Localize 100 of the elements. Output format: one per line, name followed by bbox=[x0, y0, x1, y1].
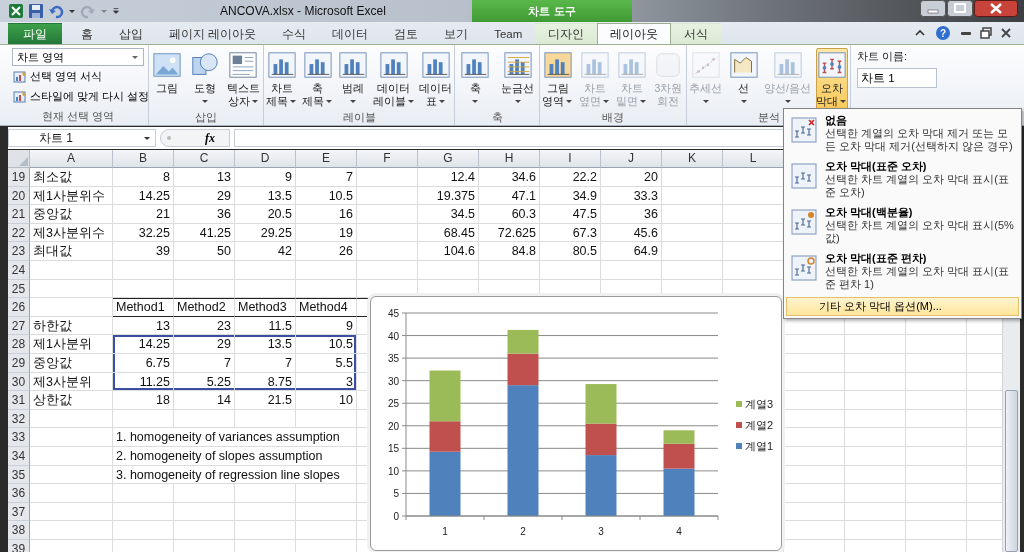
ribbon-tab[interactable]: 수식 bbox=[269, 23, 320, 44]
ribbon-tab[interactable]: 디자인 bbox=[535, 23, 598, 44]
bar[interactable] bbox=[507, 329, 539, 354]
bar[interactable] bbox=[585, 423, 617, 456]
ribbon-tab[interactable]: 데이터 bbox=[319, 23, 382, 44]
column-header[interactable]: L bbox=[723, 150, 784, 168]
row-header[interactable]: 38 bbox=[8, 521, 30, 540]
bar-chart-icon bbox=[616, 50, 647, 80]
row-header[interactable]: 33 bbox=[8, 428, 30, 447]
column-header[interactable]: D bbox=[235, 150, 296, 168]
minimize-icon[interactable] bbox=[920, 0, 946, 17]
ribbon-button[interactable]: 축 제목 bbox=[302, 48, 334, 110]
bar[interactable] bbox=[429, 370, 461, 422]
chart-name-field[interactable]: 차트 1 bbox=[857, 68, 937, 88]
row-header[interactable]: 23 bbox=[8, 242, 30, 261]
table-cell bbox=[845, 484, 906, 503]
ribbon-button[interactable]: 선 bbox=[727, 48, 760, 110]
table-cell bbox=[357, 168, 418, 187]
bar-chart-icon bbox=[378, 50, 409, 80]
bar[interactable] bbox=[663, 430, 695, 444]
ribbon-tab[interactable]: 파일 bbox=[8, 23, 62, 44]
error-bar-icon bbox=[816, 50, 847, 80]
bar[interactable] bbox=[507, 385, 539, 516]
customize-toolbar-icon[interactable] bbox=[112, 7, 120, 15]
row-header[interactable]: 31 bbox=[8, 391, 30, 410]
chart-area[interactable]: 0 5 10 15 20 25 30 35 40 45 1 2 3 4 계열3 계열2 계열1 bbox=[370, 296, 782, 551]
legend-label: 계열1 bbox=[745, 440, 774, 452]
ribbon-tab[interactable]: 보기 bbox=[431, 23, 482, 44]
column-header[interactable]: E bbox=[296, 150, 357, 168]
ribbon-button[interactable]: 눈금선 bbox=[499, 48, 536, 110]
column-header[interactable]: J bbox=[601, 150, 662, 168]
table-cell: 14 bbox=[174, 391, 235, 410]
table-cell bbox=[174, 279, 235, 299]
axis-label: 1 bbox=[442, 526, 448, 537]
menu-item[interactable]: 없음 선택한 계열의 오차 막대 제거 또는 모든 오차 막대 제거(선택하지 않은 경우) bbox=[786, 111, 1019, 157]
select-all-button[interactable] bbox=[8, 150, 30, 168]
row-header[interactable]: 21 bbox=[8, 205, 30, 224]
bar[interactable] bbox=[429, 451, 461, 516]
restore-icon[interactable] bbox=[980, 27, 992, 39]
ribbon-tab[interactable]: 검토 bbox=[381, 23, 432, 44]
handle-icon[interactable] bbox=[165, 134, 173, 142]
maximize-icon[interactable] bbox=[947, 0, 973, 17]
ribbon-button[interactable]: 스타일에 맞게 다시 설정 bbox=[12, 88, 149, 106]
bar[interactable] bbox=[585, 455, 617, 516]
table-cell bbox=[662, 205, 723, 224]
help-button[interactable]: ? bbox=[936, 26, 950, 40]
ribbon-button[interactable]: 도형 bbox=[188, 48, 221, 110]
bar[interactable] bbox=[585, 384, 617, 424]
table-cell bbox=[174, 521, 235, 540]
chart-element-dropdown[interactable]: 차트 영역 bbox=[12, 48, 144, 66]
ribbon-button[interactable]: 데이터 레이블 bbox=[373, 48, 415, 110]
ribbon-button[interactable]: 텍스트 상자 bbox=[225, 48, 261, 110]
column-header[interactable]: I bbox=[540, 150, 601, 168]
column-header[interactable]: B bbox=[113, 150, 174, 168]
menu-item[interactable]: 기타 오차 막대 옵션(M)... bbox=[786, 297, 1019, 316]
table-cell bbox=[906, 428, 967, 447]
ribbon-button[interactable]: 범례 bbox=[338, 48, 369, 110]
table-cell: 5.25 bbox=[174, 372, 235, 392]
table-cell: 36 bbox=[174, 205, 235, 224]
close-icon[interactable] bbox=[1000, 27, 1012, 39]
name-box[interactable]: 차트 1 bbox=[8, 129, 156, 147]
ribbon-button[interactable]: 선택 영역 서식 bbox=[12, 68, 102, 86]
column-header[interactable]: H bbox=[479, 150, 540, 168]
column-header[interactable]: K bbox=[662, 150, 723, 168]
close-icon[interactable] bbox=[974, 0, 1018, 17]
corner-triangle-icon bbox=[17, 155, 29, 167]
column-header[interactable]: G bbox=[418, 150, 479, 168]
save-icon[interactable] bbox=[28, 3, 44, 19]
column-header[interactable]: C bbox=[174, 150, 235, 168]
ribbon-tab[interactable]: Team bbox=[481, 23, 536, 44]
caret-icon[interactable] bbox=[68, 7, 76, 15]
menu-item[interactable]: 오차 막대(표준 편차) 선택한 차트 계열의 오차 막대 표시(표준 편차 1) bbox=[786, 249, 1019, 295]
row-header[interactable]: 19 bbox=[8, 168, 30, 187]
menu-item[interactable]: 오차 막대(표준 오차) 선택한 차트 계열의 오차 막대 표시(표준 오차) bbox=[786, 157, 1019, 203]
insert-function-button[interactable]: fx bbox=[203, 130, 217, 146]
ribbon-button[interactable]: 그림 영역 bbox=[542, 48, 574, 110]
row-header[interactable]: 28 bbox=[8, 335, 30, 354]
ribbon-button[interactable]: 데이터 표 bbox=[419, 48, 452, 110]
table-cell bbox=[662, 242, 723, 261]
ribbon-button[interactable]: 그림 bbox=[151, 48, 184, 110]
ribbon-tab[interactable]: 페이지 레이아웃 bbox=[156, 23, 270, 44]
ribbon-button[interactable]: 오차 막대 bbox=[815, 48, 848, 110]
column-header[interactable]: F bbox=[357, 150, 418, 168]
ribbon-button[interactable]: 차트 제목 bbox=[266, 48, 298, 110]
ribbon-button[interactable]: 축 bbox=[458, 48, 492, 110]
column-header[interactable]: A bbox=[30, 150, 113, 168]
ribbon-tab[interactable]: 레이아웃 bbox=[597, 23, 672, 44]
ribbon-tab[interactable]: 삽입 bbox=[106, 23, 156, 44]
table-cell: 16 bbox=[296, 205, 357, 224]
row-header[interactable]: 36 bbox=[8, 484, 30, 503]
bar[interactable] bbox=[663, 468, 695, 516]
bar[interactable] bbox=[663, 443, 695, 469]
bar[interactable] bbox=[429, 421, 461, 452]
ribbon-tab[interactable]: 서식 bbox=[671, 23, 722, 44]
bar[interactable] bbox=[507, 353, 539, 386]
table-cell bbox=[357, 242, 418, 261]
menu-item[interactable]: 오차 막대(백분율) 선택한 차트 계열의 오차 막대 표시(5% 값) bbox=[786, 203, 1019, 249]
ribbon-tab[interactable]: 홈 bbox=[68, 23, 106, 44]
group-label: 레이블 bbox=[342, 111, 376, 123]
row-header[interactable]: 26 bbox=[8, 298, 30, 317]
